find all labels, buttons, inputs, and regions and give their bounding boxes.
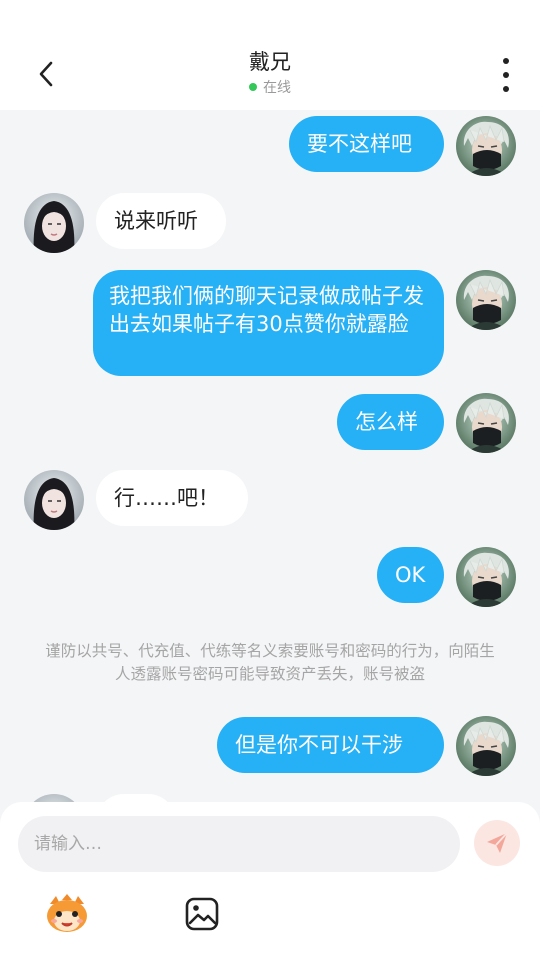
message-text: OK — [395, 563, 426, 587]
my-avatar[interactable] — [456, 547, 516, 607]
online-status: 在线 — [249, 77, 291, 97]
message-text: 行……吧！ — [114, 486, 219, 510]
message-text: 但是你不可以干涉 — [235, 733, 403, 757]
my-message-bubble[interactable]: OK — [377, 547, 444, 603]
contact-message-bubble[interactable]: 行……吧！ — [96, 470, 248, 526]
security-notice: 谨防以共号、代充值、代练等名义索要账号和密码的行为，向陌生人透露账号密码可能导致… — [45, 642, 495, 683]
my-message-bubble[interactable]: 但是你不可以干涉 — [217, 717, 444, 773]
image-icon — [185, 897, 219, 931]
image-button[interactable] — [184, 896, 220, 932]
online-status-label: 在线 — [263, 80, 291, 96]
send-icon — [487, 832, 508, 853]
more-options-button[interactable] — [494, 58, 518, 92]
chat-header: 戴兄 在线 — [0, 0, 540, 110]
contact-name: 戴兄 — [249, 50, 291, 74]
my-message-bubble[interactable]: 怎么样 — [337, 394, 444, 450]
send-button[interactable] — [474, 820, 520, 866]
more-vertical-icon — [503, 58, 509, 64]
my-avatar[interactable] — [456, 716, 516, 776]
my-avatar[interactable] — [456, 393, 516, 453]
contact-avatar[interactable] — [24, 193, 84, 253]
my-message-bubble[interactable]: 要不这样吧 — [289, 116, 444, 172]
my-avatar[interactable] — [456, 270, 516, 330]
emoji-button[interactable] — [44, 894, 90, 934]
my-message-bubble[interactable]: 我把我们俩的聊天记录做成帖子发出去如果帖子有30点赞你就露脸 — [93, 270, 444, 376]
online-dot-icon — [249, 83, 257, 91]
contact-avatar[interactable] — [24, 470, 84, 530]
emoji-mascot-icon — [47, 894, 87, 932]
my-avatar[interactable] — [456, 116, 516, 176]
message-text: 我把我们俩的聊天记录做成帖子发出去如果帖子有30点赞你就露脸 — [109, 284, 424, 336]
title-area: 戴兄 在线 — [0, 48, 540, 97]
message-text: 要不这样吧 — [307, 132, 412, 156]
message-input[interactable] — [18, 816, 460, 872]
message-text: 怎么样 — [355, 410, 418, 434]
message-text: 说来听听 — [114, 209, 198, 233]
contact-message-bubble[interactable]: 说来听听 — [96, 193, 226, 249]
message-composer — [0, 802, 540, 960]
